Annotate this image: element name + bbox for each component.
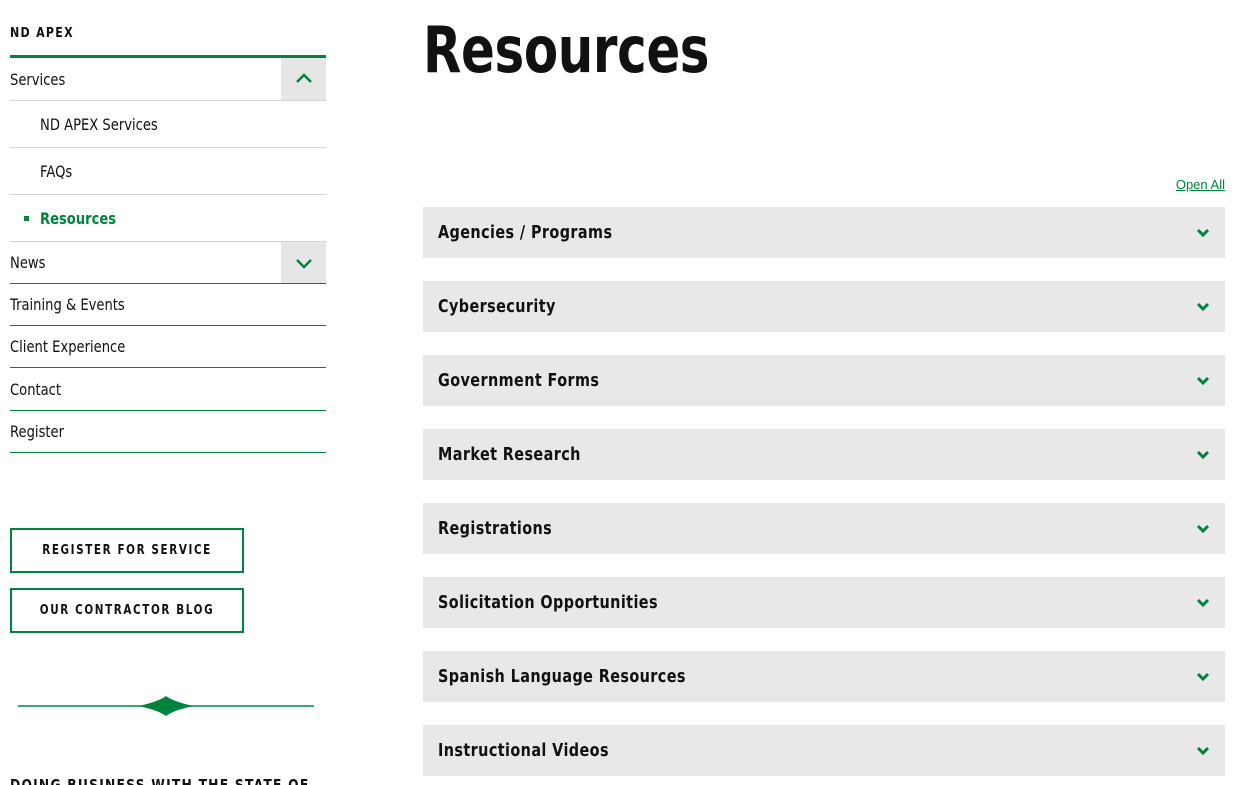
contractor-blog-button[interactable]: OUR CONTRACTOR BLOG: [10, 588, 244, 633]
cta-label: OUR CONTRACTOR BLOG: [39, 603, 215, 618]
sidebar-item-label[interactable]: ND APEX Services: [40, 115, 158, 134]
accordion-agencies-programs[interactable]: Agencies / Programs: [423, 207, 1225, 258]
chevron-down-icon: [295, 258, 312, 269]
sidebar-item-register[interactable]: Register: [10, 411, 326, 453]
brand-label[interactable]: ND APEX: [10, 26, 74, 41]
register-for-service-button[interactable]: REGISTER FOR SERVICE: [10, 528, 244, 573]
sidebar-item-label[interactable]: FAQs: [40, 162, 72, 181]
sidebar-item-services[interactable]: Services: [10, 58, 326, 101]
chevron-down-icon: [1196, 302, 1210, 312]
collapse-services-button[interactable]: [281, 58, 326, 100]
sidebar-item-label[interactable]: Register: [10, 422, 64, 441]
sidebar-item-label[interactable]: Training & Events: [10, 295, 125, 314]
open-all-link[interactable]: Open All: [1176, 177, 1225, 192]
sidebar-item-label[interactable]: Services: [10, 70, 65, 89]
sidebar-item-label[interactable]: Client Experience: [10, 337, 125, 356]
page-title: Resources: [423, 14, 710, 88]
sidebar-item-label[interactable]: News: [10, 253, 45, 272]
sidebar-item-training-events[interactable]: Training & Events: [10, 284, 326, 326]
sidebar-item-client-experience[interactable]: Client Experience: [10, 326, 326, 368]
chevron-down-icon: [1196, 376, 1210, 386]
chevron-down-icon: [1196, 746, 1210, 756]
accordion-registrations[interactable]: Registrations: [423, 503, 1225, 554]
sidebar-subitem-faqs[interactable]: FAQs: [10, 148, 326, 195]
sidebar-item-label[interactable]: Contact: [10, 380, 61, 399]
active-bullet: [24, 216, 29, 221]
chevron-down-icon: [1196, 672, 1210, 682]
accordion-label: Spanish Language Resources: [438, 666, 686, 687]
accordion-solicitation-opportunities[interactable]: Solicitation Opportunities: [423, 577, 1225, 628]
sidebar-item-contact[interactable]: Contact: [10, 368, 326, 411]
chevron-up-icon: [295, 73, 312, 83]
chevron-down-icon: [1196, 598, 1210, 608]
chevron-down-icon: [1196, 228, 1210, 238]
accordion-instructional-videos[interactable]: Instructional Videos: [423, 725, 1225, 776]
accordion-label: Cybersecurity: [438, 296, 556, 317]
chevron-down-icon: [1196, 450, 1210, 460]
sidebar-item-news[interactable]: News: [10, 242, 326, 284]
cta-label: REGISTER FOR SERVICE: [42, 543, 212, 558]
accordion-cybersecurity[interactable]: Cybersecurity: [423, 281, 1225, 332]
sidebar-nav: ND APEX Services ND APEX Services FAQs R…: [10, 0, 326, 785]
accordion-market-research[interactable]: Market Research: [423, 429, 1225, 480]
sidebar-subitem-nd-apex-services[interactable]: ND APEX Services: [10, 101, 326, 148]
accordion-label: Registrations: [438, 518, 553, 539]
sidebar-item-label[interactable]: Resources: [40, 209, 116, 228]
decorative-diamond-divider: [18, 696, 314, 716]
accordion-label: Solicitation Opportunities: [438, 592, 658, 613]
accordion-label: Market Research: [438, 444, 581, 465]
accordion-government-forms[interactable]: Government Forms: [423, 355, 1225, 406]
expand-news-button[interactable]: [281, 242, 326, 283]
accordion-spanish-language-resources[interactable]: Spanish Language Resources: [423, 651, 1225, 702]
chevron-down-icon: [1196, 524, 1210, 534]
accordion-label: Instructional Videos: [438, 740, 609, 761]
accordion-label: Agencies / Programs: [438, 222, 613, 243]
sidebar-subitem-resources[interactable]: Resources: [10, 195, 326, 242]
main-content: Resources Open All Agencies / Programs C…: [423, 0, 1225, 785]
footer-heading-cutoff: DOING BUSINESS WITH THE STATE OF: [10, 776, 310, 785]
accordion-label: Government Forms: [438, 370, 600, 391]
